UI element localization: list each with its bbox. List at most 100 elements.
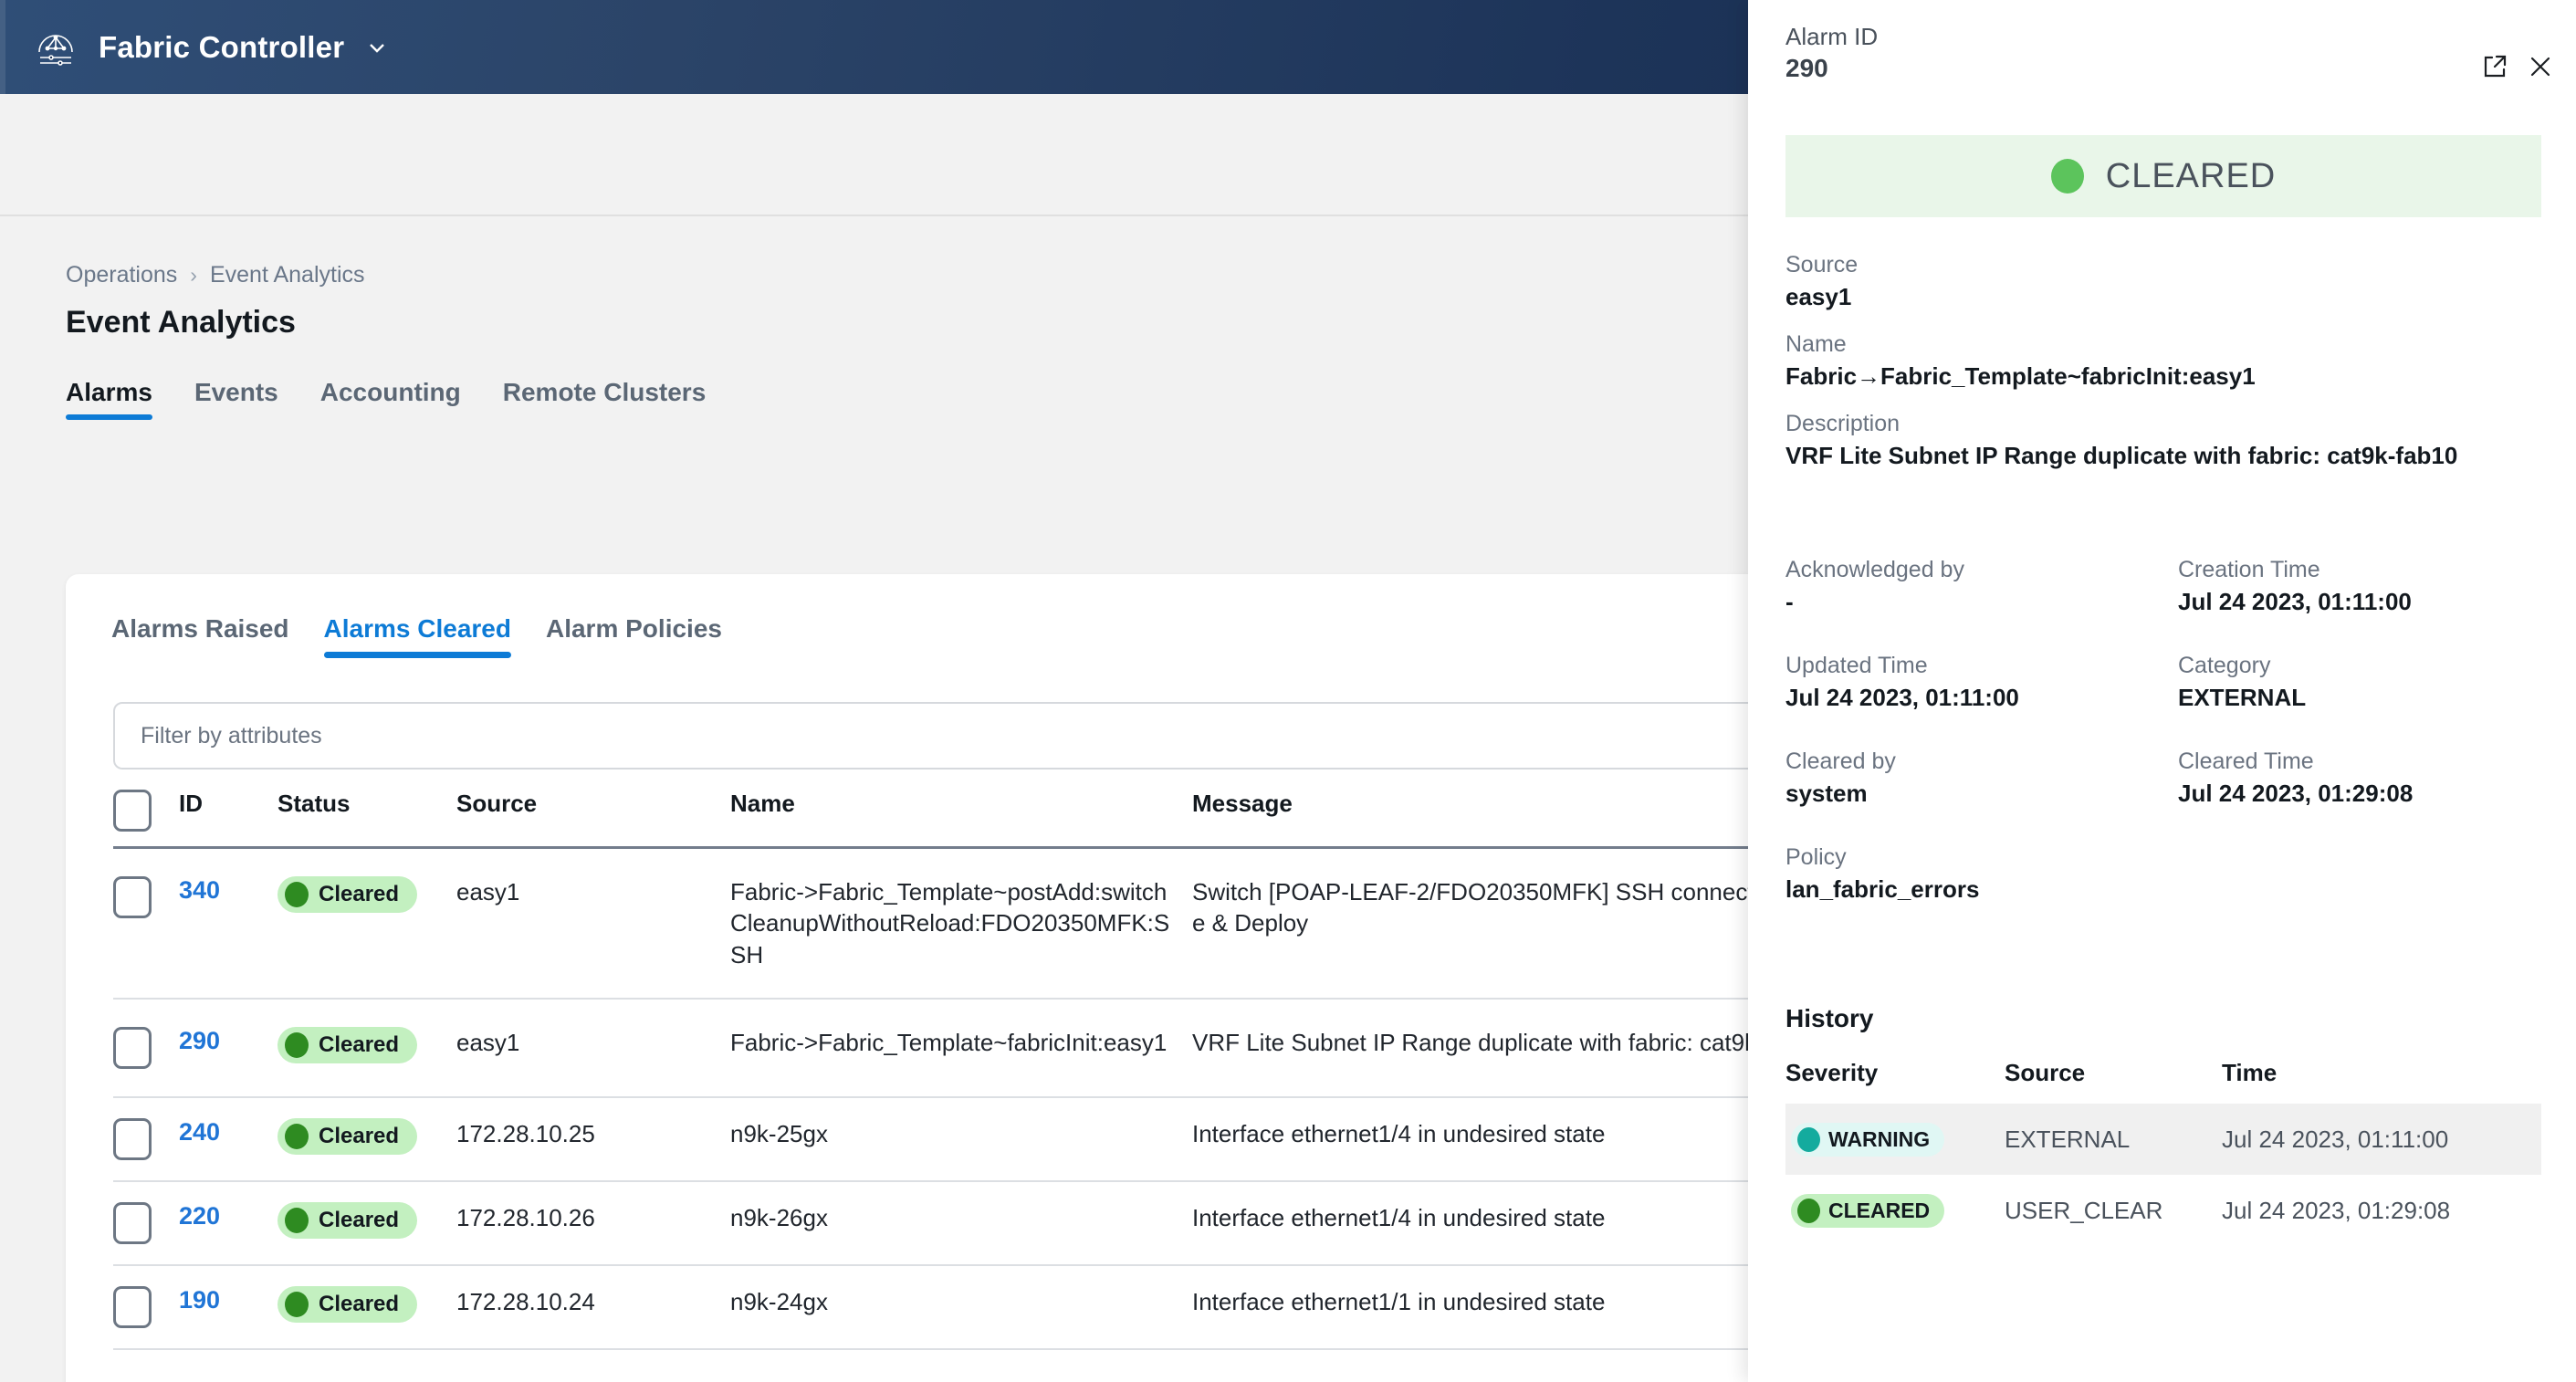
severity-dot-icon (1797, 1198, 1820, 1223)
row-checkbox-cell (113, 1285, 179, 1328)
breadcrumb-item-operations[interactable]: Operations (66, 262, 177, 288)
cell-id[interactable]: 290 (179, 1027, 277, 1055)
history-title: History (1785, 1004, 1874, 1032)
cell-status: Cleared (277, 1285, 456, 1323)
status-badge: Cleared (277, 876, 418, 913)
breadcrumb-item-event-analytics[interactable]: Event Analytics (210, 262, 365, 288)
field-policy: Policy lan_fabric_errors (1785, 844, 2178, 904)
subtab-alarms-raised[interactable]: Alarms Raised (111, 614, 289, 658)
field-cleared-by-label: Cleared by (1785, 749, 1896, 774)
cell-name: Fabric->Fabric_Template~postAdd:switchCl… (730, 878, 1170, 968)
column-header-status[interactable]: Status (277, 790, 456, 818)
row-checkbox[interactable] (113, 1201, 152, 1244)
cell-id[interactable]: 240 (179, 1118, 277, 1146)
close-icon[interactable] (2525, 51, 2556, 82)
tab-events[interactable]: Events (194, 378, 278, 420)
status-badge-label: Cleared (319, 1207, 400, 1232)
cell-id[interactable]: 220 (179, 1202, 277, 1230)
status-badge-label: Cleared (319, 1291, 400, 1316)
alarm-detail-panel: Alarm ID 290 CLEARED Source easy1 Name F… (1748, 0, 2576, 1382)
field-updated-time: Updated Time Jul 24 2023, 01:11:00 (1785, 653, 2178, 712)
field-acknowledged-by: Acknowledged by - (1785, 557, 2178, 616)
history-cell-time: Jul 24 2023, 01:11:00 (2222, 1125, 2449, 1153)
field-name-label: Name (1785, 331, 1847, 357)
status-dot-icon (285, 882, 309, 907)
tab-alarms[interactable]: Alarms (66, 378, 152, 420)
field-creation-time-value: Jul 24 2023, 01:11:00 (2178, 588, 2412, 615)
app-root: Fabric Controller Operations › Event Ana… (0, 0, 2576, 1382)
row-checkbox[interactable] (113, 1117, 152, 1160)
status-badge-label: Cleared (319, 1123, 400, 1148)
field-source: Source easy1 (1785, 252, 2541, 311)
alarm-id-value: 290 (1785, 54, 1828, 82)
cell-source: 172.28.10.26 (456, 1203, 595, 1231)
subtab-alarms-cleared[interactable]: Alarms Cleared (323, 614, 512, 658)
cell-name: Fabric->Fabric_Template~fabricInit:easy1 (730, 1028, 1168, 1056)
chevron-down-icon[interactable] (364, 35, 390, 60)
field-name-value: Fabric→Fabric_Template~fabricInit:easy1 (1785, 362, 2256, 390)
column-header-source[interactable]: Source (456, 790, 730, 818)
status-dot-icon (285, 1207, 309, 1233)
tab-accounting[interactable]: Accounting (320, 378, 461, 420)
severity-badge-label: CLEARED (1828, 1198, 1931, 1222)
subtab-alarm-policies[interactable]: Alarm Policies (546, 614, 722, 658)
breadcrumb: Operations › Event Analytics (66, 262, 365, 288)
severity-badge-label: WARNING (1828, 1126, 1931, 1151)
history-cell-source: EXTERNAL (2005, 1125, 2131, 1153)
severity-dot-icon (1797, 1126, 1820, 1152)
history-row[interactable]: WARNING EXTERNAL Jul 24 2023, 01:11:00 (1785, 1104, 2541, 1175)
row-checkbox-cell (113, 1201, 179, 1244)
status-badge: Cleared (277, 1285, 418, 1323)
field-cleared-by-value: system (1785, 780, 1868, 807)
field-updated-time-value: Jul 24 2023, 01:11:00 (1785, 684, 2019, 711)
filter-placeholder: Filter by attributes (141, 722, 322, 749)
status-dot-icon (285, 1031, 309, 1058)
cell-name: n9k-24gx (730, 1287, 828, 1315)
alarm-status-label: CLEARED (2105, 156, 2277, 195)
field-creation-time-label: Creation Time (2178, 557, 2320, 582)
history-column-severity: Severity (1785, 1059, 1879, 1086)
field-creation-time: Creation Time Jul 24 2023, 01:11:00 (2178, 557, 2541, 616)
select-all-checkbox[interactable] (113, 790, 152, 832)
field-description: Description VRF Lite Subnet IP Range dup… (1785, 411, 2541, 470)
column-header-name[interactable]: Name (730, 790, 1192, 818)
row-checkbox-cell (113, 1117, 179, 1160)
field-name: Name Fabric→Fabric_Template~fabricInit:e… (1785, 331, 2541, 391)
field-category-value: EXTERNAL (2178, 684, 2307, 711)
cell-id[interactable]: 190 (179, 1286, 277, 1314)
cell-status: Cleared (277, 876, 456, 913)
tab-remote-clusters[interactable]: Remote Clusters (503, 378, 707, 420)
status-badge-label: Cleared (319, 882, 400, 906)
field-category: Category EXTERNAL (2178, 653, 2541, 712)
cell-source: 172.28.10.25 (456, 1119, 595, 1147)
row-checkbox[interactable] (113, 1026, 152, 1069)
cell-source: 172.28.10.24 (456, 1287, 595, 1315)
column-header-id[interactable]: ID (179, 790, 277, 818)
alarm-detail-fields: Source easy1 Name Fabric→Fabric_Template… (1785, 252, 2541, 490)
history-cell-severity: WARNING (1785, 1122, 2005, 1157)
history-row[interactable]: CLEARED USER_CLEAR Jul 24 2023, 01:29:08 (1785, 1175, 2541, 1246)
field-acknowledged-by-value: - (1785, 588, 1794, 615)
cell-id[interactable]: 340 (179, 876, 277, 905)
field-cleared-time-label: Cleared Time (2178, 749, 2314, 774)
cell-name: n9k-25gx (730, 1119, 828, 1147)
open-in-new-icon[interactable] (2479, 51, 2510, 82)
history-body: WARNING EXTERNAL Jul 24 2023, 01:11:00 C… (1785, 1104, 2541, 1246)
field-description-value: VRF Lite Subnet IP Range duplicate with … (1785, 442, 2458, 469)
cell-source: easy1 (456, 878, 520, 906)
row-checkbox[interactable] (113, 1285, 152, 1328)
field-policy-label: Policy (1785, 844, 1847, 870)
row-checkbox[interactable] (113, 876, 152, 918)
field-source-value: easy1 (1785, 283, 1852, 310)
field-acknowledged-by-label: Acknowledged by (1785, 557, 1964, 582)
select-all-checkbox-cell (113, 790, 179, 832)
field-cleared-time-value: Jul 24 2023, 01:29:08 (2178, 780, 2414, 807)
cell-status: Cleared (277, 1201, 456, 1239)
field-source-label: Source (1785, 252, 1859, 277)
row-checkbox-cell (113, 876, 179, 918)
history-cell-severity: CLEARED (1785, 1193, 2005, 1228)
history-table: Severity Source Time WARNING EXTERNAL Ju… (1785, 1050, 2541, 1246)
field-cleared-by: Cleared by system (1785, 749, 2178, 808)
status-dot-icon (285, 1123, 309, 1149)
alarm-detail-meta-grid: Acknowledged by - Creation Time Jul 24 2… (1785, 557, 2541, 904)
